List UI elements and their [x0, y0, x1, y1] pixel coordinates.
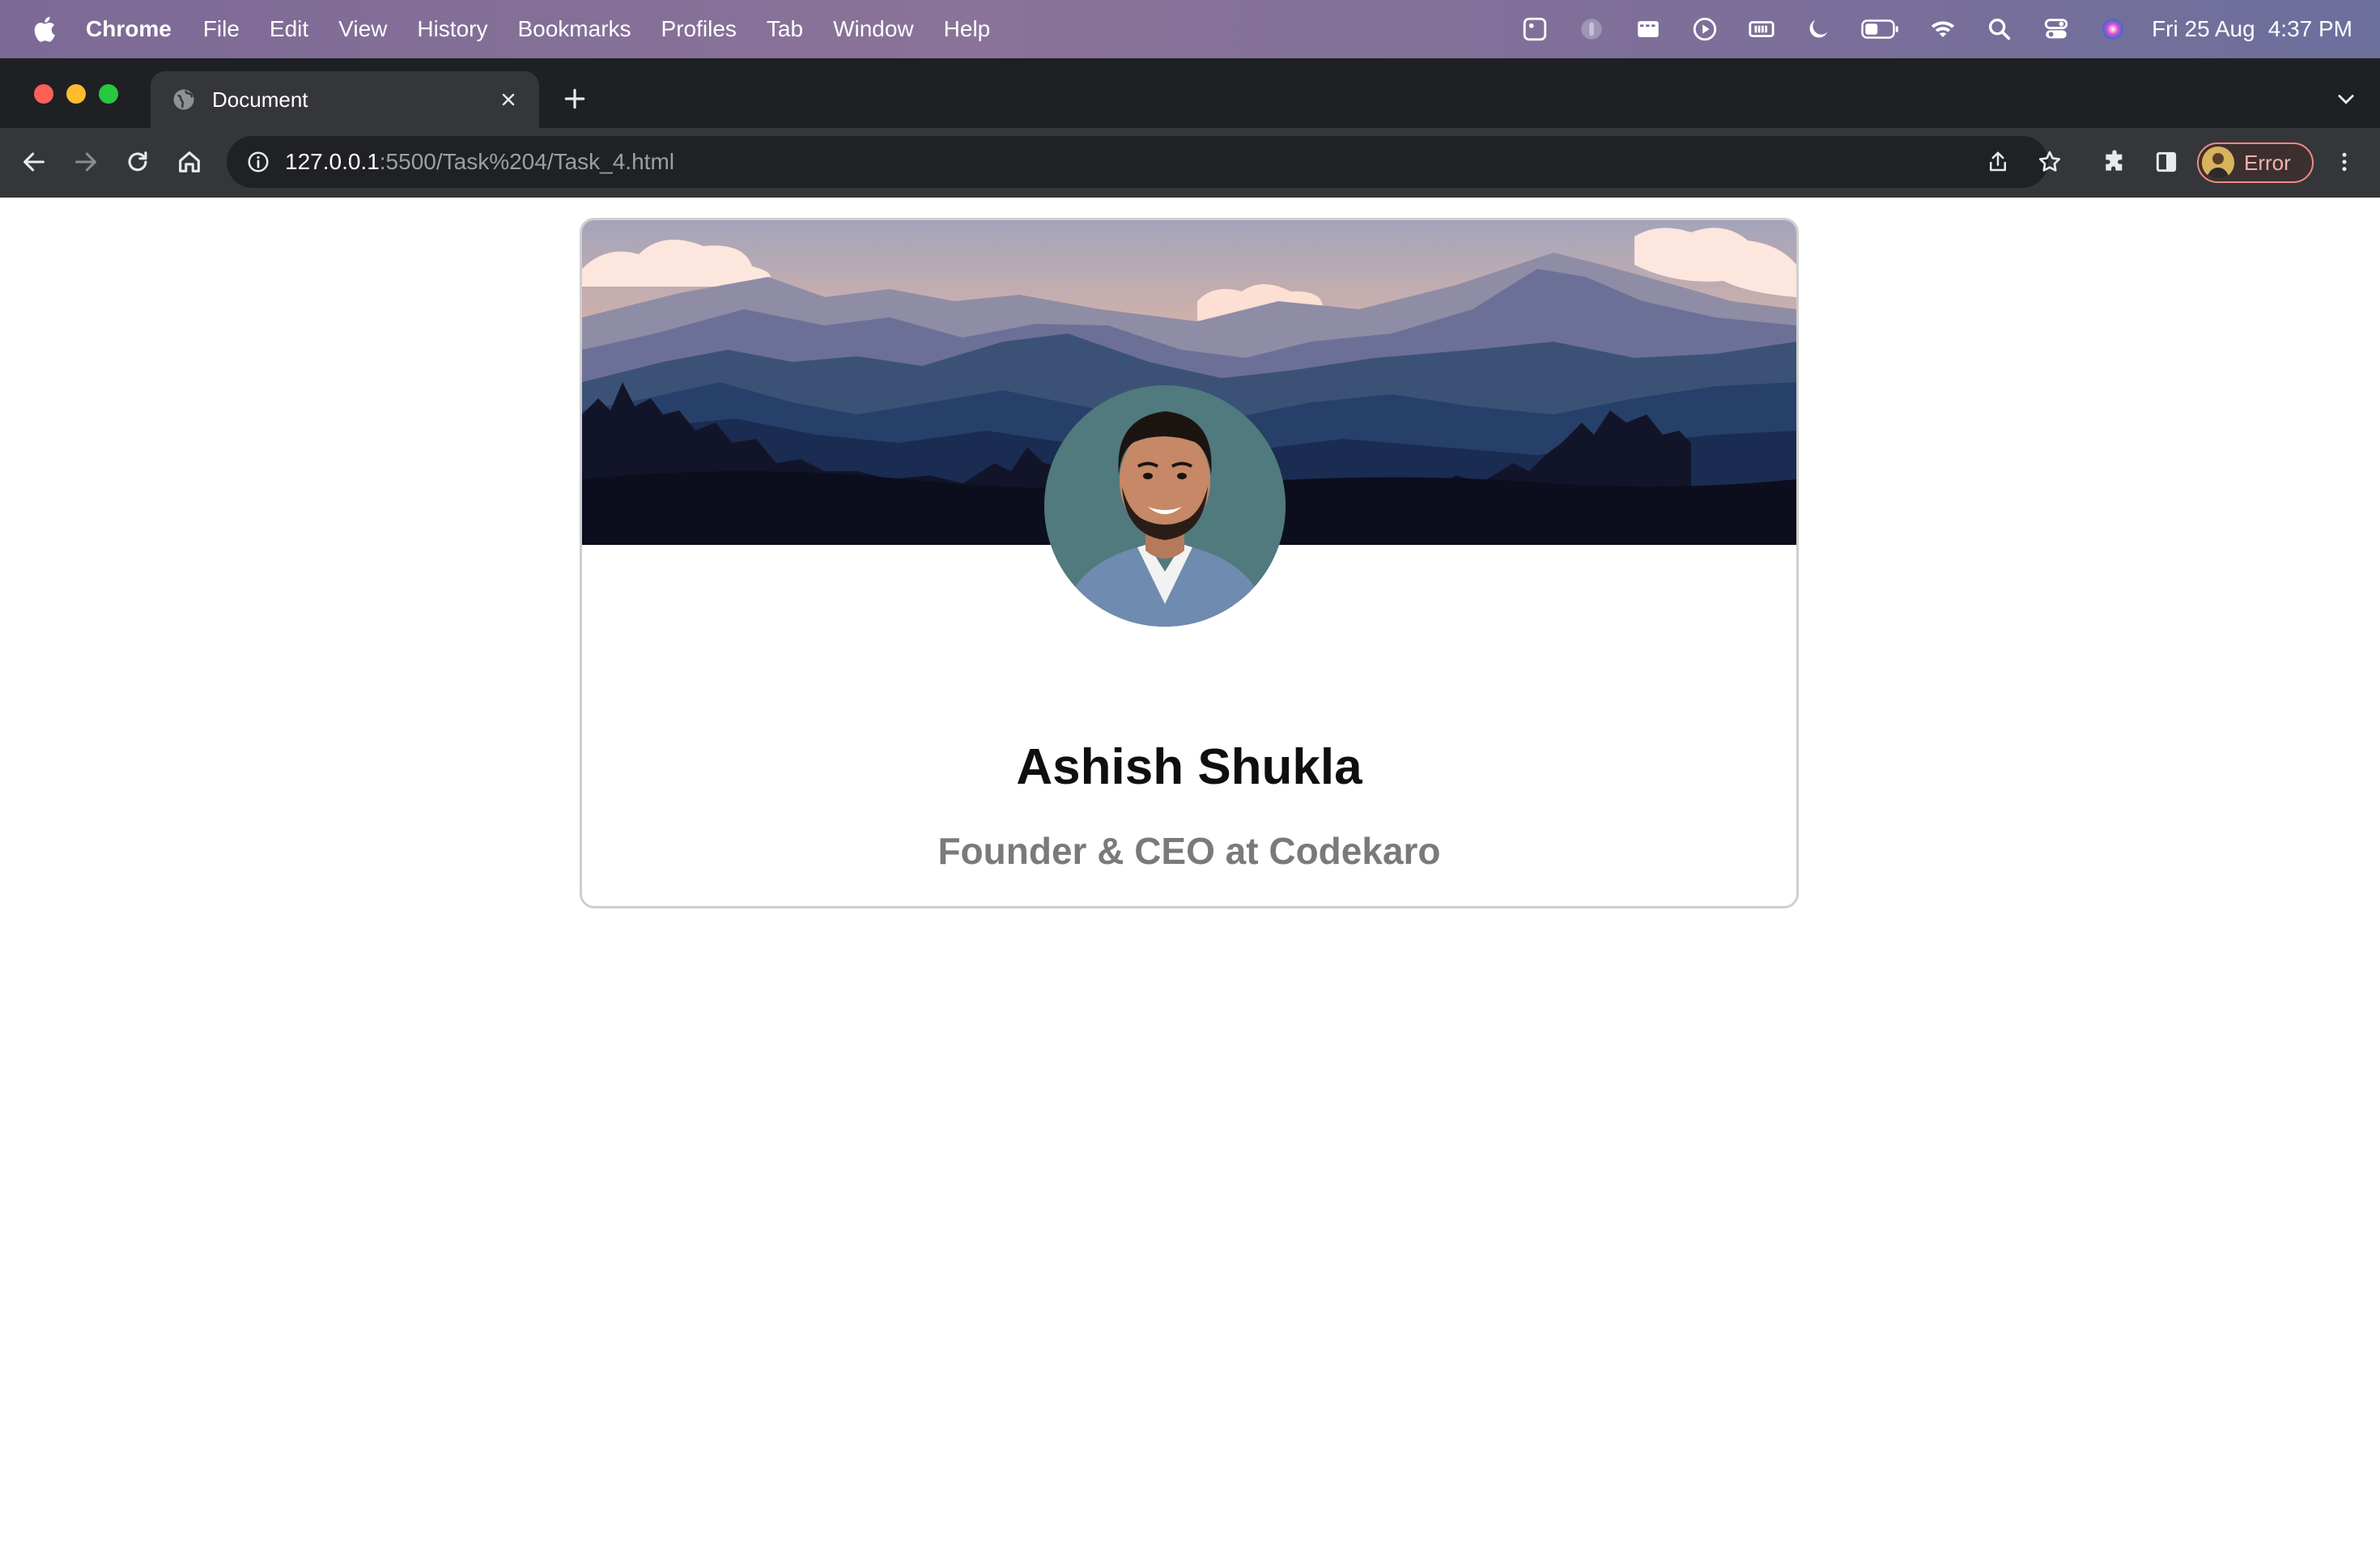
menubar-clock[interactable]: Fri 25 Aug 4:37 PM [2152, 16, 2352, 42]
address-bar[interactable]: 127.0.0.1:5500/Task%204/Task_4.html [227, 136, 2048, 188]
share-icon[interactable] [1982, 146, 2014, 178]
memory-icon[interactable] [1747, 15, 1776, 44]
profile-avatar-photo [1044, 385, 1286, 627]
play-icon[interactable] [1690, 15, 1719, 44]
menu-profiles[interactable]: Profiles [661, 16, 737, 42]
chrome-menu-kebab-icon[interactable] [2328, 146, 2361, 178]
profile-chip-label: Error [2244, 150, 2291, 175]
tab-title: Document [212, 87, 308, 112]
menu-history[interactable]: History [417, 16, 487, 42]
screenshot-icon[interactable] [1520, 15, 1549, 44]
profile-avatar [2202, 147, 2234, 179]
spotlight-search-icon[interactable] [1985, 15, 2014, 44]
apple-logo-icon[interactable] [31, 15, 57, 44]
window-manager-icon[interactable] [1634, 15, 1663, 44]
menubar-time: 4:37 PM [2267, 16, 2352, 41]
shield-status-icon[interactable] [1577, 15, 1606, 44]
menu-tab[interactable]: Tab [767, 16, 803, 42]
menubar-date: Fri 25 Aug [2152, 16, 2255, 41]
menu-file[interactable]: File [203, 16, 240, 42]
control-center-icon[interactable] [2042, 15, 2071, 44]
home-icon[interactable] [173, 146, 206, 178]
menu-help[interactable]: Help [944, 16, 991, 42]
menu-edit[interactable]: Edit [270, 16, 308, 42]
tab-search-chevron-icon[interactable] [2333, 86, 2359, 112]
profile-error-button[interactable]: Error [2197, 142, 2314, 183]
tab-document[interactable]: Document [151, 71, 539, 128]
battery-icon[interactable] [1860, 15, 1901, 44]
profile-role: Founder & CEO at Codekaro [937, 830, 1441, 872]
url-host: 127.0.0.1 [285, 149, 380, 174]
reload-icon[interactable] [121, 146, 154, 178]
site-info-icon[interactable] [246, 150, 270, 174]
wifi-icon[interactable] [1928, 15, 1957, 44]
profile-name: Ashish Shukla [1016, 739, 1362, 795]
window-minimize-button[interactable] [66, 84, 86, 104]
menu-view[interactable]: View [338, 16, 387, 42]
side-panel-icon[interactable] [2150, 146, 2182, 178]
bookmark-star-icon[interactable] [2034, 146, 2066, 178]
tab-close-icon[interactable] [495, 87, 521, 113]
siri-icon[interactable] [2098, 15, 2127, 44]
globe-icon [173, 89, 194, 110]
forward-arrow-icon[interactable] [70, 146, 102, 178]
macos-menu-bar: Chrome File Edit View History Bookmarks … [0, 0, 2380, 58]
profile-card: Ashish Shukla Founder & CEO at Codekaro [580, 218, 1799, 908]
back-arrow-icon[interactable] [18, 146, 50, 178]
window-close-button[interactable] [34, 84, 53, 104]
status-area: Fri 25 Aug 4:37 PM [1493, 0, 2352, 58]
menu-bookmarks[interactable]: Bookmarks [517, 16, 631, 42]
extensions-puzzle-icon[interactable] [2098, 146, 2131, 178]
web-page-viewport: Ashish Shukla Founder & CEO at Codekaro [0, 198, 2380, 1548]
menu-window[interactable]: Window [833, 16, 914, 42]
menu-app-chrome[interactable]: Chrome [86, 16, 172, 42]
moon-icon[interactable] [1804, 15, 1833, 44]
url-path: :5500/Task%204/Task_4.html [379, 149, 674, 174]
new-tab-plus-icon[interactable] [560, 84, 589, 113]
window-zoom-button[interactable] [99, 84, 118, 104]
